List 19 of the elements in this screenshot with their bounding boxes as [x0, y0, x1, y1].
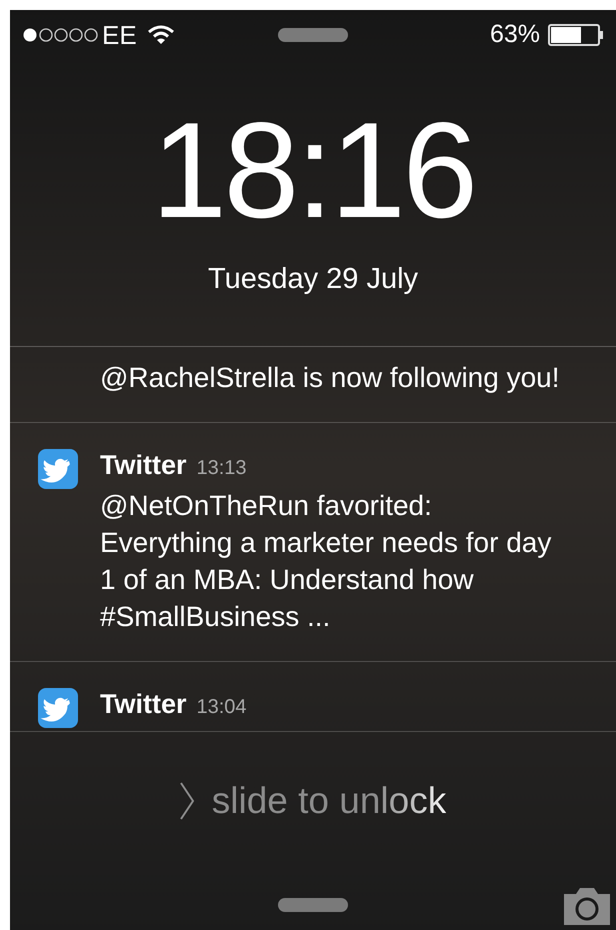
carrier-name: EE: [102, 18, 137, 52]
notification-app-name: Twitter: [100, 688, 186, 721]
battery-percentage: 63%: [490, 19, 540, 50]
control-center-handle[interactable]: [278, 898, 348, 912]
notification-center-handle[interactable]: [278, 28, 348, 42]
signal-strength-icon: [22, 27, 100, 43]
notification-time: 13:13: [196, 456, 247, 480]
notification-app-name: Twitter: [100, 448, 186, 482]
bird-app-icon: [38, 448, 78, 488]
lock-date: Tuesday 29 July: [206, 262, 420, 297]
lock-clock: 18:16: [150, 102, 476, 238]
bird-app-icon: [38, 688, 78, 728]
battery-icon: [548, 24, 604, 46]
camera-icon[interactable]: [562, 886, 612, 926]
wifi-icon: [146, 25, 175, 45]
notification-message: @NetOnTheRun favorited: Everything a marketer needs for day 1 of an MBA: Understand how #SmallBusiness ...: [100, 489, 552, 634]
notification-time: 13:04: [196, 695, 247, 720]
chevron-right-icon: [180, 782, 194, 820]
notification-message: @RachelStrella is now following you!: [100, 360, 561, 395]
